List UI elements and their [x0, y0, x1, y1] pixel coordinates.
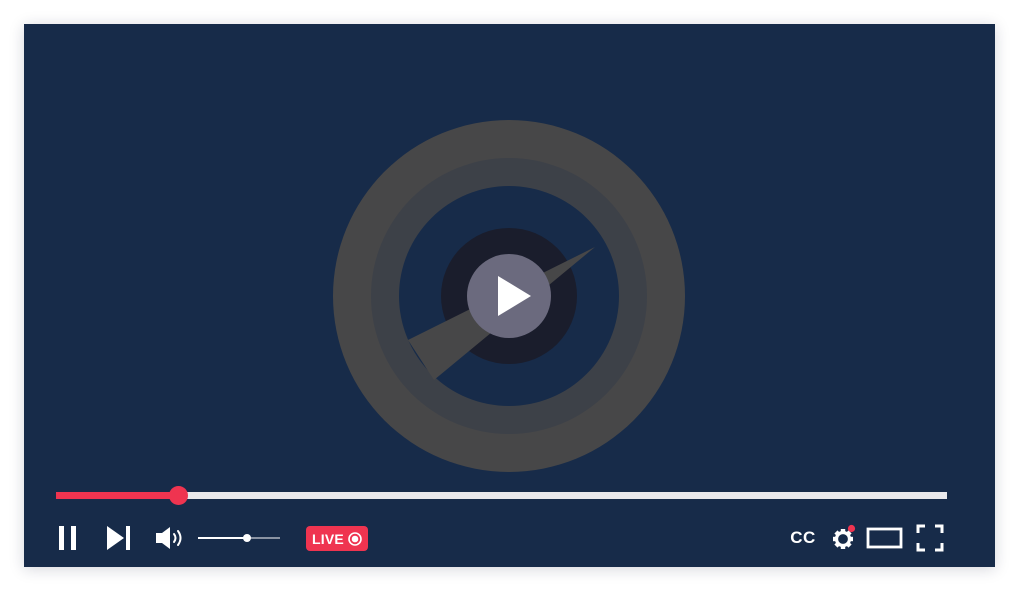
- center-play-button[interactable]: [467, 254, 551, 338]
- theater-mode-icon: [866, 527, 903, 549]
- pause-button[interactable]: [54, 518, 82, 558]
- record-dot-icon: [348, 531, 362, 546]
- skip-next-icon: [107, 526, 130, 550]
- live-badge[interactable]: LIVE: [306, 526, 368, 551]
- play-icon: [498, 276, 531, 316]
- progress-bar[interactable]: [56, 486, 947, 505]
- volume-icon: [156, 527, 182, 549]
- control-bar: LIVE CC: [24, 518, 995, 558]
- settings-button[interactable]: [828, 518, 858, 558]
- progress-played: [56, 492, 179, 499]
- page: LIVE CC: [0, 0, 1019, 592]
- captions-label: CC: [790, 528, 816, 547]
- video-player[interactable]: LIVE CC: [24, 24, 995, 567]
- settings-notification-dot: [847, 524, 856, 533]
- volume-handle[interactable]: [243, 534, 252, 542]
- next-button[interactable]: [104, 518, 134, 558]
- mute-button[interactable]: [152, 518, 186, 558]
- live-label: LIVE: [312, 530, 344, 547]
- gear-icon: [833, 524, 856, 549]
- progress-track: [56, 492, 947, 499]
- volume-level: [198, 537, 248, 539]
- fullscreen-button[interactable]: [914, 518, 946, 558]
- theater-mode-button[interactable]: [864, 518, 906, 558]
- fullscreen-icon: [916, 524, 944, 552]
- volume-slider[interactable]: [198, 530, 280, 546]
- pause-icon: [59, 526, 76, 550]
- captions-button[interactable]: CC: [784, 518, 822, 558]
- progress-scrubber-handle[interactable]: [169, 486, 189, 505]
